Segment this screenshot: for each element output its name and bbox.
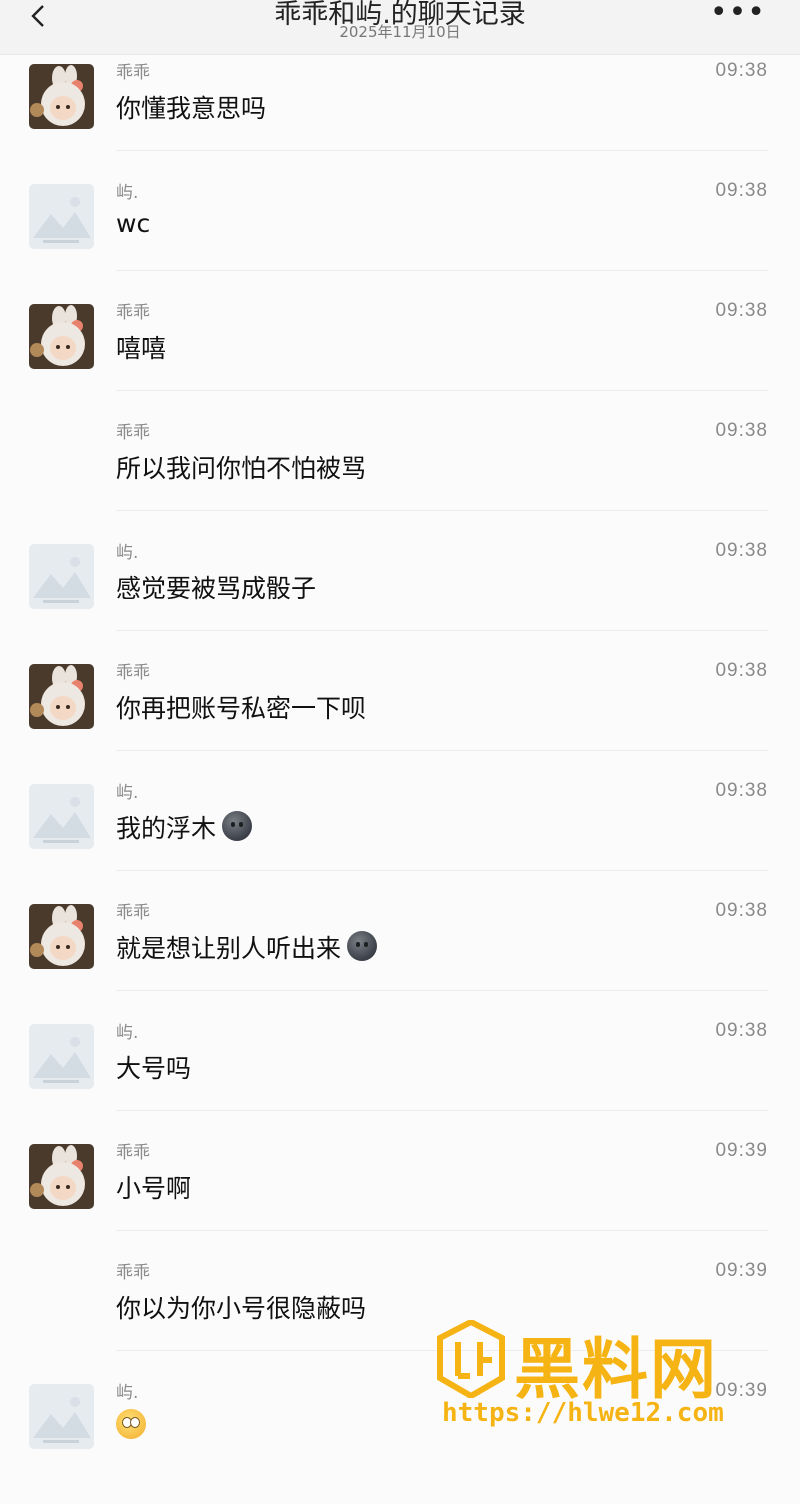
message-text-content: 小号啊 xyxy=(116,1174,192,1203)
message-divider xyxy=(116,630,768,631)
sender-name: 屿. xyxy=(116,543,139,563)
message-text-content: 所以我问你怕不怕被骂 xyxy=(116,454,367,483)
sender-name: 乖乖 xyxy=(116,63,150,83)
message-text-content: 感觉要被骂成骰子 xyxy=(116,574,317,603)
message-text: 大号吗 xyxy=(116,1049,191,1085)
message-divider xyxy=(116,1110,768,1111)
message-text-content: wc xyxy=(116,209,151,238)
message-item: 屿. 09:38 大号吗 xyxy=(0,1020,800,1144)
message-divider xyxy=(116,1230,768,1231)
top-nav-bar: 乖乖和屿.的聊天记录 2025年11月10日 ••• xyxy=(0,0,800,55)
message-text-content: 你再把账号私密一下呗 xyxy=(116,694,367,723)
message-text-content: 你懂我意思吗 xyxy=(116,94,267,123)
message-text: 就是想让别人听出来 xyxy=(116,929,378,965)
message-text-content: 我的浮木 xyxy=(116,814,217,843)
message-text: 你再把账号私密一下呗 xyxy=(116,689,366,725)
message-divider xyxy=(116,150,768,151)
message-text xyxy=(116,1409,146,1441)
message-text: 所以我问你怕不怕被骂 xyxy=(116,449,366,485)
sender-avatar-bunny[interactable] xyxy=(29,64,94,129)
message-time: 09:38 xyxy=(715,660,768,681)
dark-face-emoji-icon xyxy=(222,811,253,841)
message-text-content: 你以为你小号很隐蔽吗 xyxy=(116,1294,367,1323)
message-divider xyxy=(116,990,768,991)
sender-avatar-placeholder[interactable] xyxy=(29,184,94,249)
sender-name: 屿. xyxy=(116,1383,139,1403)
message-divider xyxy=(116,750,768,751)
message-divider xyxy=(116,870,768,871)
message-text-content: 就是想让别人听出来 xyxy=(116,934,342,963)
message-item: 屿. 09:38 我的浮木 xyxy=(0,780,800,904)
sender-name: 乖乖 xyxy=(116,1143,150,1163)
sender-name: 屿. xyxy=(116,1023,139,1043)
sender-avatar-placeholder[interactable] xyxy=(29,1024,94,1089)
sender-avatar-placeholder[interactable] xyxy=(29,784,94,849)
message-text: 感觉要被骂成骰子 xyxy=(116,569,316,605)
sender-avatar-placeholder[interactable] xyxy=(29,544,94,609)
message-time: 09:39 xyxy=(715,1140,768,1161)
sender-avatar-bunny[interactable] xyxy=(29,664,94,729)
watermark-url: https://hlwe12.com xyxy=(442,1398,724,1428)
message-text: 嘻嘻 xyxy=(116,329,166,365)
message-item: 乖乖 09:39 小号啊 xyxy=(0,1140,800,1264)
message-item: 乖乖 09:38 你懂我意思吗 xyxy=(0,60,800,184)
message-text-content: 嘻嘻 xyxy=(116,334,167,363)
message-time: 09:39 xyxy=(715,1260,768,1281)
watermark-shield-icon xyxy=(437,1320,505,1398)
message-text: 你懂我意思吗 xyxy=(116,89,266,125)
sender-name: 乖乖 xyxy=(116,423,150,443)
flushed-face-emoji-icon xyxy=(116,1409,146,1439)
message-divider xyxy=(116,270,768,271)
message-text: 你以为你小号很隐蔽吗 xyxy=(116,1289,366,1325)
message-text-content: 大号吗 xyxy=(116,1054,192,1083)
message-item: 屿. 09:38 wc xyxy=(0,180,800,304)
sender-name: 乖乖 xyxy=(116,1263,150,1283)
message-time: 09:38 xyxy=(715,180,768,201)
sender-name: 屿. xyxy=(116,783,139,803)
message-time: 09:38 xyxy=(715,1020,768,1041)
message-time: 09:38 xyxy=(715,60,768,81)
watermark-logo: 黑料网 https://hlwe12.com xyxy=(436,1320,776,1440)
message-divider xyxy=(116,390,768,391)
message-item: 乖乖 09:38 你再把账号私密一下呗 xyxy=(0,660,800,784)
sender-avatar-bunny[interactable] xyxy=(29,904,94,969)
sender-name: 屿. xyxy=(116,183,139,203)
sender-avatar-placeholder[interactable] xyxy=(29,1384,94,1449)
sender-avatar-bunny[interactable] xyxy=(29,304,94,369)
message-text: wc xyxy=(116,209,150,238)
message-item: 乖乖 09:38 就是想让别人听出来 xyxy=(0,900,800,1024)
message-divider xyxy=(116,510,768,511)
message-time: 09:38 xyxy=(715,420,768,441)
sender-name: 乖乖 xyxy=(116,903,150,923)
message-item: 乖乖 09:38 嘻嘻 xyxy=(0,300,800,424)
message-item: 乖乖 09:38 所以我问你怕不怕被骂 xyxy=(0,420,800,544)
message-text: 我的浮木 xyxy=(116,809,253,845)
dark-face-emoji-icon xyxy=(347,931,378,961)
chat-record-date: 2025年11月10日 xyxy=(339,23,461,41)
sender-avatar-bunny[interactable] xyxy=(29,1144,94,1209)
message-text: 小号啊 xyxy=(116,1169,191,1205)
sender-name: 乖乖 xyxy=(116,663,150,683)
message-time: 09:38 xyxy=(715,300,768,321)
message-item: 屿. 09:38 感觉要被骂成骰子 xyxy=(0,540,800,664)
message-time: 09:38 xyxy=(715,900,768,921)
sender-name: 乖乖 xyxy=(116,303,150,323)
more-options-icon[interactable]: ••• xyxy=(710,0,766,28)
message-time: 09:38 xyxy=(715,540,768,561)
message-time: 09:38 xyxy=(715,780,768,801)
